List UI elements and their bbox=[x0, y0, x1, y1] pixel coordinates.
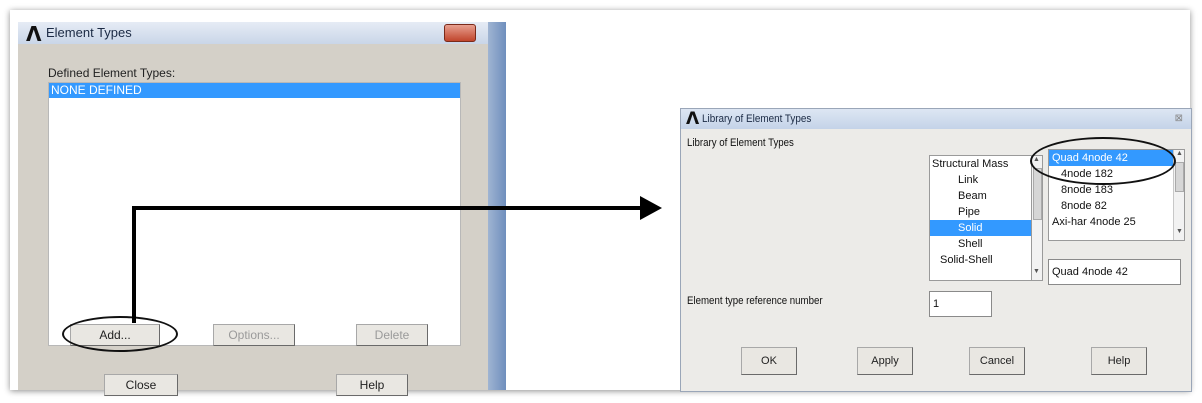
scroll-down-icon[interactable]: ▼ bbox=[1033, 268, 1040, 275]
scroll-down-icon[interactable]: ▼ bbox=[1176, 228, 1183, 235]
ok-button[interactable]: OK bbox=[741, 347, 797, 375]
list-item[interactable]: Structural Mass bbox=[930, 156, 1042, 172]
ref-number-label: Element type reference number bbox=[687, 295, 823, 307]
list-item[interactable]: Link bbox=[930, 172, 1042, 188]
annotation-ellipse-quad4node bbox=[1030, 137, 1176, 185]
ref-number-input[interactable]: 1 bbox=[929, 291, 992, 317]
arrow-line bbox=[132, 206, 640, 323]
cancel-button[interactable]: Cancel bbox=[969, 347, 1025, 375]
list-item[interactable]: Shell bbox=[930, 236, 1042, 252]
apply-button[interactable]: Apply bbox=[857, 347, 913, 375]
ansys-logo-icon: Λ bbox=[686, 109, 700, 129]
list-item[interactable]: Beam bbox=[930, 188, 1042, 204]
scroll-thumb[interactable] bbox=[1175, 162, 1184, 192]
list-item[interactable]: Solid-Shell bbox=[930, 252, 1042, 268]
arrow-head bbox=[640, 196, 662, 220]
scroll-up-icon[interactable]: ▲ bbox=[1176, 150, 1183, 157]
category-list[interactable]: Structural Mass Link Beam Pipe Solid She… bbox=[929, 155, 1043, 281]
close-icon[interactable]: ⊠ bbox=[1175, 113, 1183, 124]
library-titlebar[interactable]: Λ Library of Element Types ⊠ bbox=[681, 109, 1191, 129]
help-button[interactable]: Help bbox=[1091, 347, 1147, 375]
list-item[interactable]: Axi-har 4node 25 bbox=[1049, 214, 1184, 230]
list-item[interactable]: Pipe bbox=[930, 204, 1042, 220]
library-label: Library of Element Types bbox=[687, 137, 794, 149]
library-title: Library of Element Types bbox=[702, 113, 812, 125]
list-item[interactable]: 8node 82 bbox=[1049, 198, 1184, 214]
list-item-selected[interactable]: Solid bbox=[930, 220, 1042, 236]
selected-element-field[interactable]: Quad 4node 42 bbox=[1048, 259, 1181, 285]
scroll-thumb[interactable] bbox=[1033, 168, 1042, 220]
